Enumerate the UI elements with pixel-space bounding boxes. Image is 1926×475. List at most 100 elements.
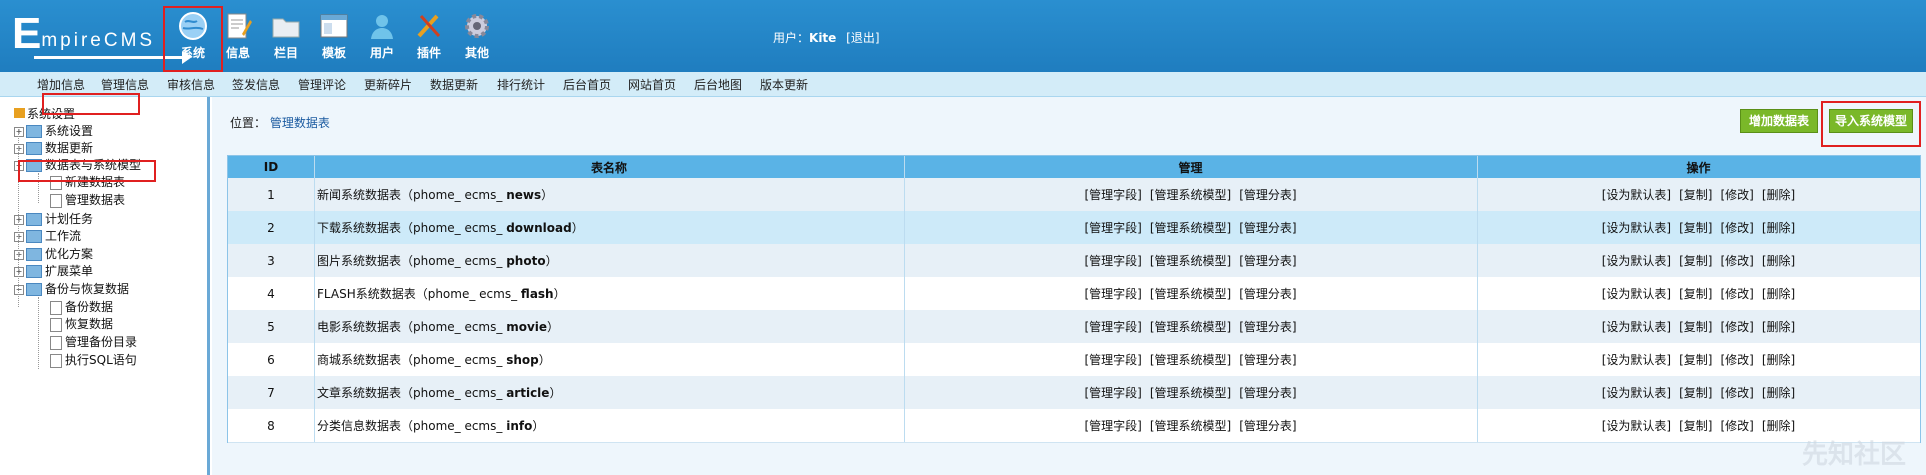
manage-subtable-link[interactable]: [管理分表] <box>1239 285 1296 302</box>
submenu-item[interactable]: 后台首页 <box>563 76 611 93</box>
submenu-item[interactable]: 管理信息 <box>101 76 149 93</box>
manage-fields-link[interactable]: [管理字段] <box>1084 384 1141 401</box>
delete-link[interactable]: [删除] <box>1762 219 1795 236</box>
sidebar-item-11[interactable]: 恢复数据 <box>50 315 113 332</box>
delete-link[interactable]: [删除] <box>1762 285 1795 302</box>
submenu-item[interactable]: 后台地图 <box>694 76 742 93</box>
sidebar-item-1[interactable]: + 数据更新 <box>14 139 93 156</box>
copy-link[interactable]: [复制] <box>1679 351 1712 368</box>
nav-2[interactable]: 栏目 <box>260 8 312 66</box>
manage-model-link[interactable]: [管理系统模型] <box>1150 417 1231 434</box>
manage-fields-link[interactable]: [管理字段] <box>1084 318 1141 335</box>
nav-1[interactable]: 信息 <box>212 8 264 66</box>
sidebar-item-10[interactable]: 备份数据 <box>50 298 113 315</box>
table-row[interactable]: 6 商城系统数据表（phome_ ecms_ shop） [管理字段] [管理系统模型… <box>228 343 1920 377</box>
delete-link[interactable]: [删除] <box>1762 252 1795 269</box>
manage-model-link[interactable]: [管理系统模型] <box>1150 318 1231 335</box>
sidebar-item-4[interactable]: 管理数据表 <box>50 191 125 208</box>
manage-model-link[interactable]: [管理系统模型] <box>1150 219 1231 236</box>
expand-icon[interactable]: + <box>14 231 24 242</box>
set-default-link[interactable]: [设为默认表] <box>1602 318 1671 335</box>
manage-subtable-link[interactable]: [管理分表] <box>1239 186 1296 203</box>
manage-model-link[interactable]: [管理系统模型] <box>1150 285 1231 302</box>
set-default-link[interactable]: [设为默认表] <box>1602 417 1671 434</box>
delete-link[interactable]: [删除] <box>1762 384 1795 401</box>
copy-link[interactable]: [复制] <box>1679 318 1712 335</box>
copy-link[interactable]: [复制] <box>1679 417 1712 434</box>
manage-fields-link[interactable]: [管理字段] <box>1084 252 1141 269</box>
manage-fields-link[interactable]: [管理字段] <box>1084 417 1141 434</box>
sidebar-item-5[interactable]: + 计划任务 <box>14 210 93 227</box>
manage-fields-link[interactable]: [管理字段] <box>1084 219 1141 236</box>
submenu-item[interactable]: 增加信息 <box>37 76 85 93</box>
delete-link[interactable]: [删除] <box>1762 318 1795 335</box>
delete-link[interactable]: [删除] <box>1762 351 1795 368</box>
manage-fields-link[interactable]: [管理字段] <box>1084 351 1141 368</box>
manage-model-link[interactable]: [管理系统模型] <box>1150 384 1231 401</box>
sidebar-item-9[interactable]: − 备份与恢复数据 <box>14 280 129 297</box>
manage-model-link[interactable]: [管理系统模型] <box>1150 252 1231 269</box>
manage-subtable-link[interactable]: [管理分表] <box>1239 351 1296 368</box>
submenu-item[interactable]: 更新碎片 <box>364 76 412 93</box>
edit-link[interactable]: [修改] <box>1721 285 1754 302</box>
manage-subtable-link[interactable]: [管理分表] <box>1239 384 1296 401</box>
logout-link[interactable]: [退出] <box>846 31 879 45</box>
set-default-link[interactable]: [设为默认表] <box>1602 384 1671 401</box>
nav-3[interactable]: 模板 <box>308 8 360 66</box>
set-default-link[interactable]: [设为默认表] <box>1602 219 1671 236</box>
collapse-icon[interactable]: − <box>14 284 24 295</box>
manage-subtable-link[interactable]: [管理分表] <box>1239 417 1296 434</box>
sidebar-item-8[interactable]: + 扩展菜单 <box>14 262 93 279</box>
manage-fields-link[interactable]: [管理字段] <box>1084 285 1141 302</box>
copy-link[interactable]: [复制] <box>1679 219 1712 236</box>
edit-link[interactable]: [修改] <box>1721 351 1754 368</box>
submenu-item[interactable]: 排行统计 <box>497 76 545 93</box>
table-row[interactable]: 7 文章系统数据表（phome_ ecms_ article） [管理字段] [管理系… <box>228 376 1920 410</box>
expand-icon[interactable]: + <box>14 266 24 277</box>
expand-icon[interactable]: + <box>14 143 24 154</box>
manage-subtable-link[interactable]: [管理分表] <box>1239 219 1296 236</box>
table-row[interactable]: 2 下载系统数据表（phome_ ecms_ download） [管理字段] [管理… <box>228 211 1920 245</box>
delete-link[interactable]: [删除] <box>1762 186 1795 203</box>
submenu-item[interactable]: 审核信息 <box>167 76 215 93</box>
sidebar-item-12[interactable]: 管理备份目录 <box>50 333 137 350</box>
manage-fields-link[interactable]: [管理字段] <box>1084 186 1141 203</box>
expand-icon[interactable]: + <box>14 214 24 225</box>
copy-link[interactable]: [复制] <box>1679 186 1712 203</box>
copy-link[interactable]: [复制] <box>1679 384 1712 401</box>
copy-link[interactable]: [复制] <box>1679 252 1712 269</box>
sidebar-item-13[interactable]: 执行SQL语句 <box>50 351 137 368</box>
sidebar-item-0[interactable]: + 系统设置 <box>14 122 93 139</box>
nav-6[interactable]: 其他 <box>451 8 503 66</box>
add-table-button[interactable]: 增加数据表 <box>1740 109 1818 133</box>
edit-link[interactable]: [修改] <box>1721 318 1754 335</box>
submenu-item[interactable]: 签发信息 <box>232 76 280 93</box>
expand-icon[interactable]: + <box>14 249 24 260</box>
set-default-link[interactable]: [设为默认表] <box>1602 351 1671 368</box>
table-row[interactable]: 5 电影系统数据表（phome_ ecms_ movie） [管理字段] [管理系统模… <box>228 310 1920 344</box>
submenu-item[interactable]: 数据更新 <box>430 76 478 93</box>
set-default-link[interactable]: [设为默认表] <box>1602 285 1671 302</box>
submenu-item[interactable]: 版本更新 <box>760 76 808 93</box>
nav-4[interactable]: 用户 <box>356 8 408 66</box>
copy-link[interactable]: [复制] <box>1679 285 1712 302</box>
edit-link[interactable]: [修改] <box>1721 252 1754 269</box>
manage-model-link[interactable]: [管理系统模型] <box>1150 351 1231 368</box>
manage-subtable-link[interactable]: [管理分表] <box>1239 252 1296 269</box>
manage-model-link[interactable]: [管理系统模型] <box>1150 186 1231 203</box>
import-model-button[interactable]: 导入系统模型 <box>1829 109 1913 133</box>
nav-5[interactable]: 插件 <box>403 8 455 66</box>
table-row[interactable]: 4 FLASH系统数据表（phome_ ecms_ flash） [管理字段] [管理… <box>228 277 1920 311</box>
empirecms-logo[interactable]: EmpireCMS <box>12 12 192 64</box>
submenu-item[interactable]: 管理评论 <box>298 76 346 93</box>
table-row[interactable]: 1 新闻系统数据表（phome_ ecms_ news） [管理字段] [管理系统模型… <box>228 178 1920 212</box>
submenu-item[interactable]: 网站首页 <box>628 76 676 93</box>
delete-link[interactable]: [删除] <box>1762 417 1795 434</box>
set-default-link[interactable]: [设为默认表] <box>1602 186 1671 203</box>
edit-link[interactable]: [修改] <box>1721 384 1754 401</box>
table-row[interactable]: 8 分类信息数据表（phome_ ecms_ info） [管理字段] [管理系统模型… <box>228 409 1920 443</box>
sidebar-item-6[interactable]: + 工作流 <box>14 227 81 244</box>
breadcrumb-link[interactable]: 管理数据表 <box>270 116 330 130</box>
edit-link[interactable]: [修改] <box>1721 417 1754 434</box>
table-row[interactable]: 3 图片系统数据表（phome_ ecms_ photo） [管理字段] [管理系统模… <box>228 244 1920 278</box>
